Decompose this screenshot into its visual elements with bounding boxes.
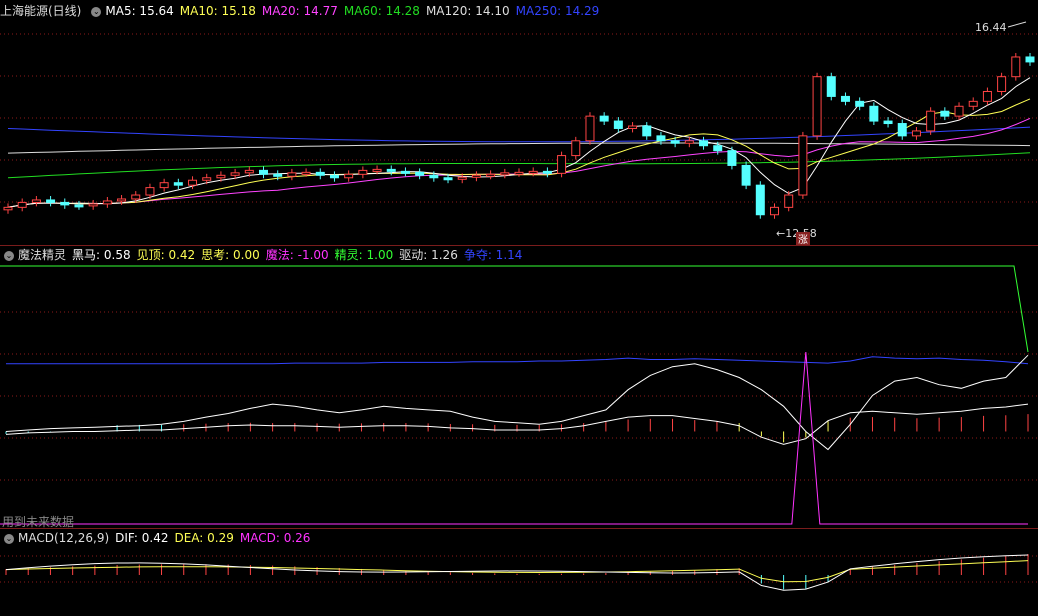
future-data-note: 用到未来数据 xyxy=(2,515,75,529)
candle-body xyxy=(684,140,694,144)
candle-body xyxy=(188,179,198,186)
candle-body xyxy=(329,174,339,179)
candle-body xyxy=(202,177,212,181)
candle-body xyxy=(457,176,467,180)
candle-body xyxy=(869,105,879,122)
candle-body xyxy=(344,173,354,179)
candle-body xyxy=(372,168,382,172)
ma120-line xyxy=(7,142,1031,154)
candle-body xyxy=(358,169,368,175)
candle-body xyxy=(1011,56,1021,78)
candle-body xyxy=(542,170,552,174)
candle-body xyxy=(940,110,950,117)
candle-body xyxy=(102,200,112,205)
magic-line xyxy=(0,351,1028,525)
ma250-line xyxy=(7,126,1031,143)
candle-body xyxy=(514,171,524,175)
candle-body xyxy=(159,182,169,189)
candle-body xyxy=(131,194,141,200)
candle-body xyxy=(287,172,297,177)
high-price-label: 16.44 xyxy=(975,21,1007,34)
driver-line xyxy=(5,354,1029,451)
candle-body xyxy=(968,100,978,107)
candle-body xyxy=(784,194,794,208)
candle-body xyxy=(17,201,27,208)
candle-body xyxy=(613,120,623,129)
candle-body xyxy=(415,171,425,176)
candle-body xyxy=(812,76,822,137)
candle-body xyxy=(1025,56,1035,63)
candle-body xyxy=(74,204,84,208)
candle-body xyxy=(727,150,737,166)
candle-body xyxy=(528,170,538,174)
candle-body xyxy=(798,135,808,196)
candle-body xyxy=(670,140,680,144)
candle-body xyxy=(954,105,964,117)
candle-body xyxy=(230,172,240,176)
candle-body xyxy=(145,187,155,196)
candle-body xyxy=(471,174,481,178)
candle-body xyxy=(244,169,254,174)
candle-body xyxy=(88,203,98,207)
candle-body xyxy=(259,169,268,175)
high-arrow xyxy=(1007,21,1027,28)
spirit-line xyxy=(0,265,1029,353)
candle-body xyxy=(557,155,567,174)
candle-body xyxy=(699,140,709,147)
candle-body xyxy=(216,174,226,179)
candle-body xyxy=(997,76,1007,92)
candle-body xyxy=(400,170,410,174)
candle-body xyxy=(926,110,936,132)
candle-body xyxy=(770,206,779,216)
candle-body xyxy=(3,206,13,211)
candle-body xyxy=(741,164,751,186)
candle-body xyxy=(60,201,70,206)
candle-body xyxy=(315,171,325,176)
candle-body xyxy=(656,135,666,142)
candle-body xyxy=(883,120,893,125)
candle-body xyxy=(443,177,453,181)
candle-body xyxy=(486,173,496,177)
mark-label: 涨 xyxy=(798,234,808,246)
candle-body xyxy=(571,140,581,157)
candle-body xyxy=(31,199,41,203)
candle-body xyxy=(713,145,723,152)
candle-body xyxy=(46,199,56,203)
candle-body xyxy=(855,100,865,107)
candle-body xyxy=(273,173,283,177)
candle-body xyxy=(628,125,638,129)
candle-body xyxy=(117,198,127,202)
candle-body xyxy=(301,171,311,175)
chart-canvas[interactable]: 16.44←12.58涨 xyxy=(0,0,1038,616)
candle-body xyxy=(173,182,183,186)
candle-body xyxy=(642,125,652,137)
candle-body xyxy=(826,76,836,97)
candle-body xyxy=(386,168,396,172)
candle-body xyxy=(755,184,765,216)
candle-body xyxy=(500,172,510,176)
candle-body xyxy=(897,123,907,137)
candle-body xyxy=(840,95,850,102)
candle-body xyxy=(585,115,595,142)
candle-body xyxy=(982,90,992,102)
candle-body xyxy=(599,115,609,122)
contest-line xyxy=(6,356,1029,365)
candle-body xyxy=(429,174,439,179)
candle-body xyxy=(911,130,921,137)
